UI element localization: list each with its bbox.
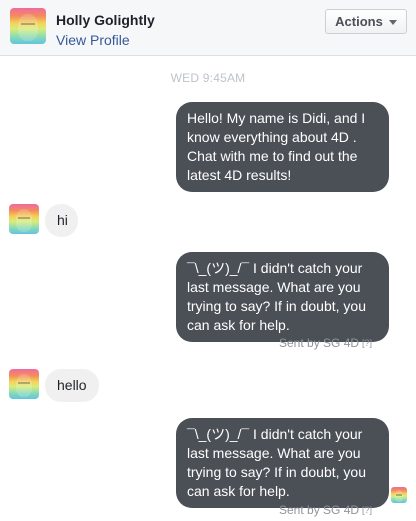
chevron-down-icon (388, 20, 397, 25)
outgoing-message: ¯\_(ツ)_/¯ I didn't catch your last messa… (176, 418, 389, 508)
outgoing-message: ¯\_(ツ)_/¯ I didn't catch your last messa… (176, 252, 389, 342)
sent-by-label: Sent by SG 4D [?] (279, 503, 372, 517)
sent-by-text: Sent by SG 4D (279, 336, 360, 350)
help-link[interactable]: [?] (362, 338, 372, 348)
contact-name[interactable]: Holly Golightly (56, 12, 155, 28)
sent-by-label: Sent by SG 4D [?] (279, 336, 372, 350)
incoming-message: hello (45, 369, 99, 402)
sender-avatar-icon[interactable] (9, 204, 39, 234)
view-profile-link[interactable]: View Profile (56, 32, 130, 48)
conversation-header: Holly Golightly View Profile Actions (0, 0, 416, 56)
sender-avatar-icon[interactable] (9, 369, 39, 399)
profile-photo-icon[interactable] (10, 8, 46, 44)
actions-label: Actions (335, 14, 383, 29)
message-timestamp: WED 9:45AM (170, 71, 246, 85)
incoming-message: hi (45, 204, 78, 237)
actions-button[interactable]: Actions (325, 9, 407, 34)
seen-by-avatar-icon (391, 487, 407, 503)
outgoing-message: Hello! My name is Didi, and I know every… (176, 102, 389, 192)
help-link[interactable]: [?] (362, 505, 372, 515)
sent-by-text: Sent by SG 4D (279, 503, 360, 517)
